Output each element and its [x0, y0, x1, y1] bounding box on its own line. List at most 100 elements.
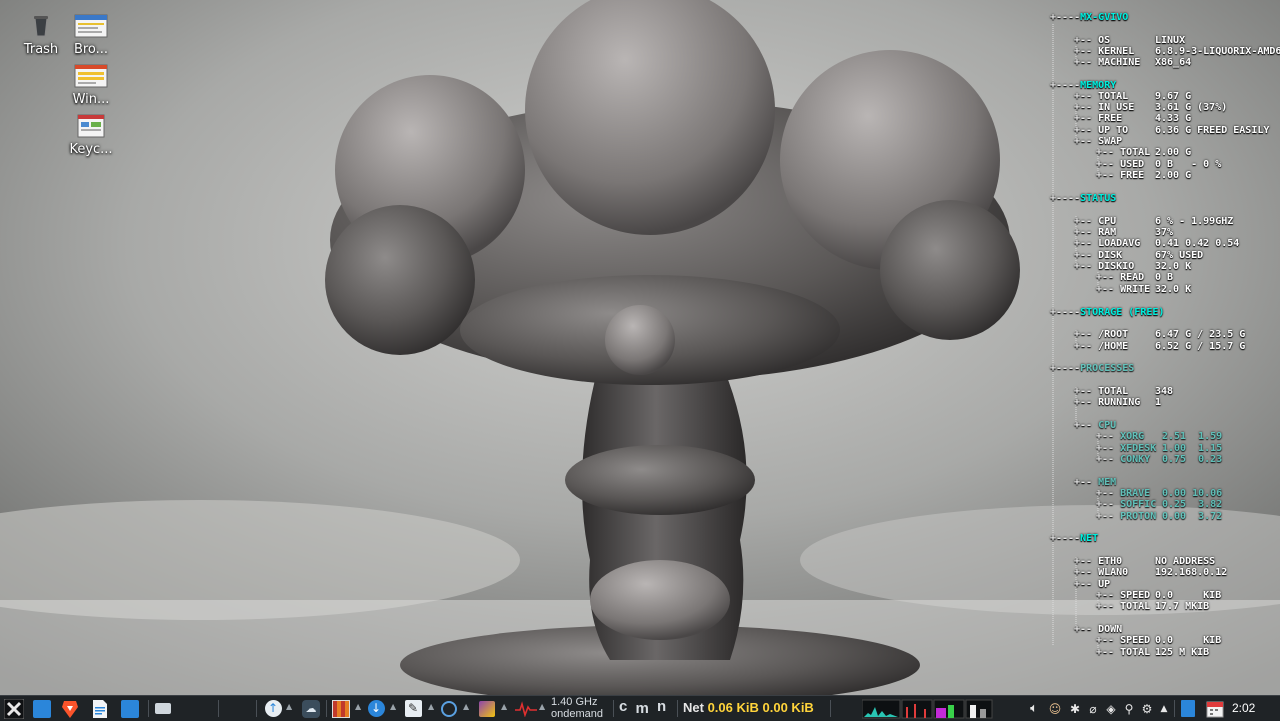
volume-button[interactable]: 🔈︎: [1024, 696, 1044, 721]
mx-logo-icon: [4, 698, 24, 719]
brave-lion-icon: [62, 700, 78, 718]
chevron-up-icon[interactable]: ▲: [539, 702, 545, 711]
user-icon: ☺: [1048, 701, 1062, 716]
tray-clipboard[interactable]: ⌀: [1084, 696, 1102, 721]
chevron-up-icon[interactable]: ▲: [286, 702, 292, 711]
cpufreq-plugin[interactable]: 1.40 GHz ondemand: [551, 696, 611, 720]
netload-label: Net: [683, 700, 704, 715]
conky-proc-name: PROTON: [1120, 511, 1157, 522]
conky-label: KERNEL: [1098, 46, 1135, 57]
conky-proc-name: SOFFIC: [1120, 499, 1157, 510]
conky-proc-name: BRAVE: [1120, 488, 1151, 499]
desktop-icon-bro[interactable]: Bro...: [56, 14, 126, 57]
conky-swap-free: 2.00 G: [1155, 170, 1192, 181]
conky-label: IN USE: [1098, 102, 1135, 113]
network-icon: ⚲: [1124, 701, 1134, 716]
taskbar-launcher-writer[interactable]: [88, 696, 112, 721]
desktop-icon-label: Win...: [72, 92, 110, 107]
tray-user-icon[interactable]: ☺: [1046, 696, 1064, 721]
conky-swap-total: 2.00 G: [1155, 147, 1192, 158]
conky-eth0: NO ADDRESS: [1155, 556, 1216, 567]
conky-proc-vals: 1.00 1.15: [1162, 443, 1223, 454]
conky-disk: 67% USED: [1155, 250, 1204, 261]
taskbar-system-load[interactable]: [514, 696, 538, 721]
taskbar-app-downloader[interactable]: ↓: [365, 696, 387, 721]
taskbar-show-desktop[interactable]: [152, 696, 174, 721]
chevron-up-icon[interactable]: ▲: [501, 702, 507, 711]
conky-label: FREE: [1120, 170, 1145, 181]
taskbar-app-updater[interactable]: ↑: [262, 696, 284, 721]
conky-read: 0 B: [1155, 272, 1174, 283]
conky-swap-used: 0 B - 0 %: [1155, 159, 1222, 170]
system-monitor-cmn[interactable]: c m n: [619, 698, 668, 717]
taskbar-launcher-folder[interactable]: [118, 696, 142, 721]
clock[interactable]: 2:02: [1232, 701, 1255, 715]
tray-expand[interactable]: ▲: [1156, 696, 1172, 721]
conky-write: 32.0 K: [1155, 284, 1192, 295]
taskbar-app-purple[interactable]: [476, 696, 498, 721]
tray-bluetooth[interactable]: ✱: [1066, 696, 1084, 721]
chevron-up-icon[interactable]: ▲: [463, 702, 469, 711]
conky-label: DOWN: [1098, 624, 1123, 635]
document-thumbnail-icon: [74, 14, 108, 38]
conky-label: ETH0: [1098, 556, 1123, 567]
graph-monitors-icon: [862, 699, 993, 718]
workspace-pager[interactable]: [862, 696, 994, 721]
app-icon: [479, 700, 495, 717]
chevron-up-icon[interactable]: ▲: [428, 702, 434, 711]
conky-mem-upto: 6.36 G FREED EASILY: [1155, 125, 1270, 136]
taskbar-launcher-files[interactable]: [30, 696, 54, 721]
calendar-icon: [1206, 701, 1224, 717]
conky-down-speed: 0.0 KIB: [1155, 635, 1222, 646]
update-icon: ↑: [264, 700, 282, 717]
folder-icon: [121, 699, 139, 718]
conky-label: MEM: [1098, 477, 1117, 488]
conky-label: WRITE: [1120, 284, 1151, 295]
speaker-icon: 🔈︎: [1030, 701, 1038, 716]
calendar-button[interactable]: [1204, 696, 1226, 721]
netload-up: 0.00 KiB: [762, 700, 814, 715]
conky-label: TOTAL: [1120, 647, 1151, 658]
drive-icon: [155, 703, 171, 714]
taskbar-app-apps[interactable]: [330, 696, 352, 721]
gear-icon: ⚙: [1141, 701, 1153, 716]
document-icon: [93, 699, 107, 718]
conky-proc-running: 1: [1155, 397, 1162, 408]
refresh-icon: [441, 700, 457, 717]
tray-settings[interactable]: ⚙: [1138, 696, 1156, 721]
conky-down-total: 125 M KIB: [1155, 647, 1210, 658]
desktop-icon-win[interactable]: Win...: [56, 64, 126, 107]
conky-label: MACHINE: [1098, 57, 1141, 68]
conky-diskio: 32.0 K: [1155, 261, 1192, 272]
conky-label: TOTAL: [1120, 601, 1151, 612]
chevron-up-icon[interactable]: ▲: [355, 702, 361, 711]
conky-mem-inuse: 3.61 G (37%): [1155, 102, 1228, 113]
conky-proc-vals: 2.51 1.59: [1162, 431, 1223, 442]
cpufreq-value: 1.40 GHz: [551, 696, 598, 708]
desktop-icon-keyc[interactable]: Keyc...: [56, 114, 126, 157]
package-icon: ◈: [1106, 701, 1116, 716]
conky-kernel-value: 6.8.9-3-LIQUORIX-AMD6: [1155, 46, 1280, 57]
tray-network[interactable]: ⚲: [1120, 696, 1138, 721]
netload-plugin[interactable]: Net 0.06 KiB 0.00 KiB: [683, 700, 814, 715]
conky-label: /ROOT: [1098, 329, 1129, 340]
conky-label: UP: [1098, 579, 1111, 590]
bluetooth-icon: ✱: [1069, 701, 1081, 716]
cloud-icon: ☁: [302, 699, 320, 718]
tray-doc[interactable]: [1178, 696, 1198, 721]
mx-menu-button[interactable]: [2, 696, 26, 721]
chevron-up-icon[interactable]: ▲: [390, 702, 396, 711]
taskbar-app-editor[interactable]: ✎: [402, 696, 424, 721]
conky-mem-total: 9.67 G: [1155, 91, 1192, 102]
conky-cpu: 6 % - 1.99GHZ: [1155, 216, 1234, 227]
conky-proc-total: 348: [1155, 386, 1174, 397]
taskbar-launcher-brave[interactable]: [58, 696, 82, 721]
taskbar-app-refresh[interactable]: [438, 696, 460, 721]
taskbar-app-cloud[interactable]: ☁: [300, 696, 322, 721]
tray-updates[interactable]: ◈: [1102, 696, 1120, 721]
conky-section-status: STATUS: [1080, 193, 1117, 204]
conky-label: READ: [1120, 272, 1145, 283]
document-thumbnail-icon: [74, 64, 108, 88]
conky-ram: 37%: [1155, 227, 1174, 238]
conky-label: WLAN0: [1098, 567, 1129, 578]
